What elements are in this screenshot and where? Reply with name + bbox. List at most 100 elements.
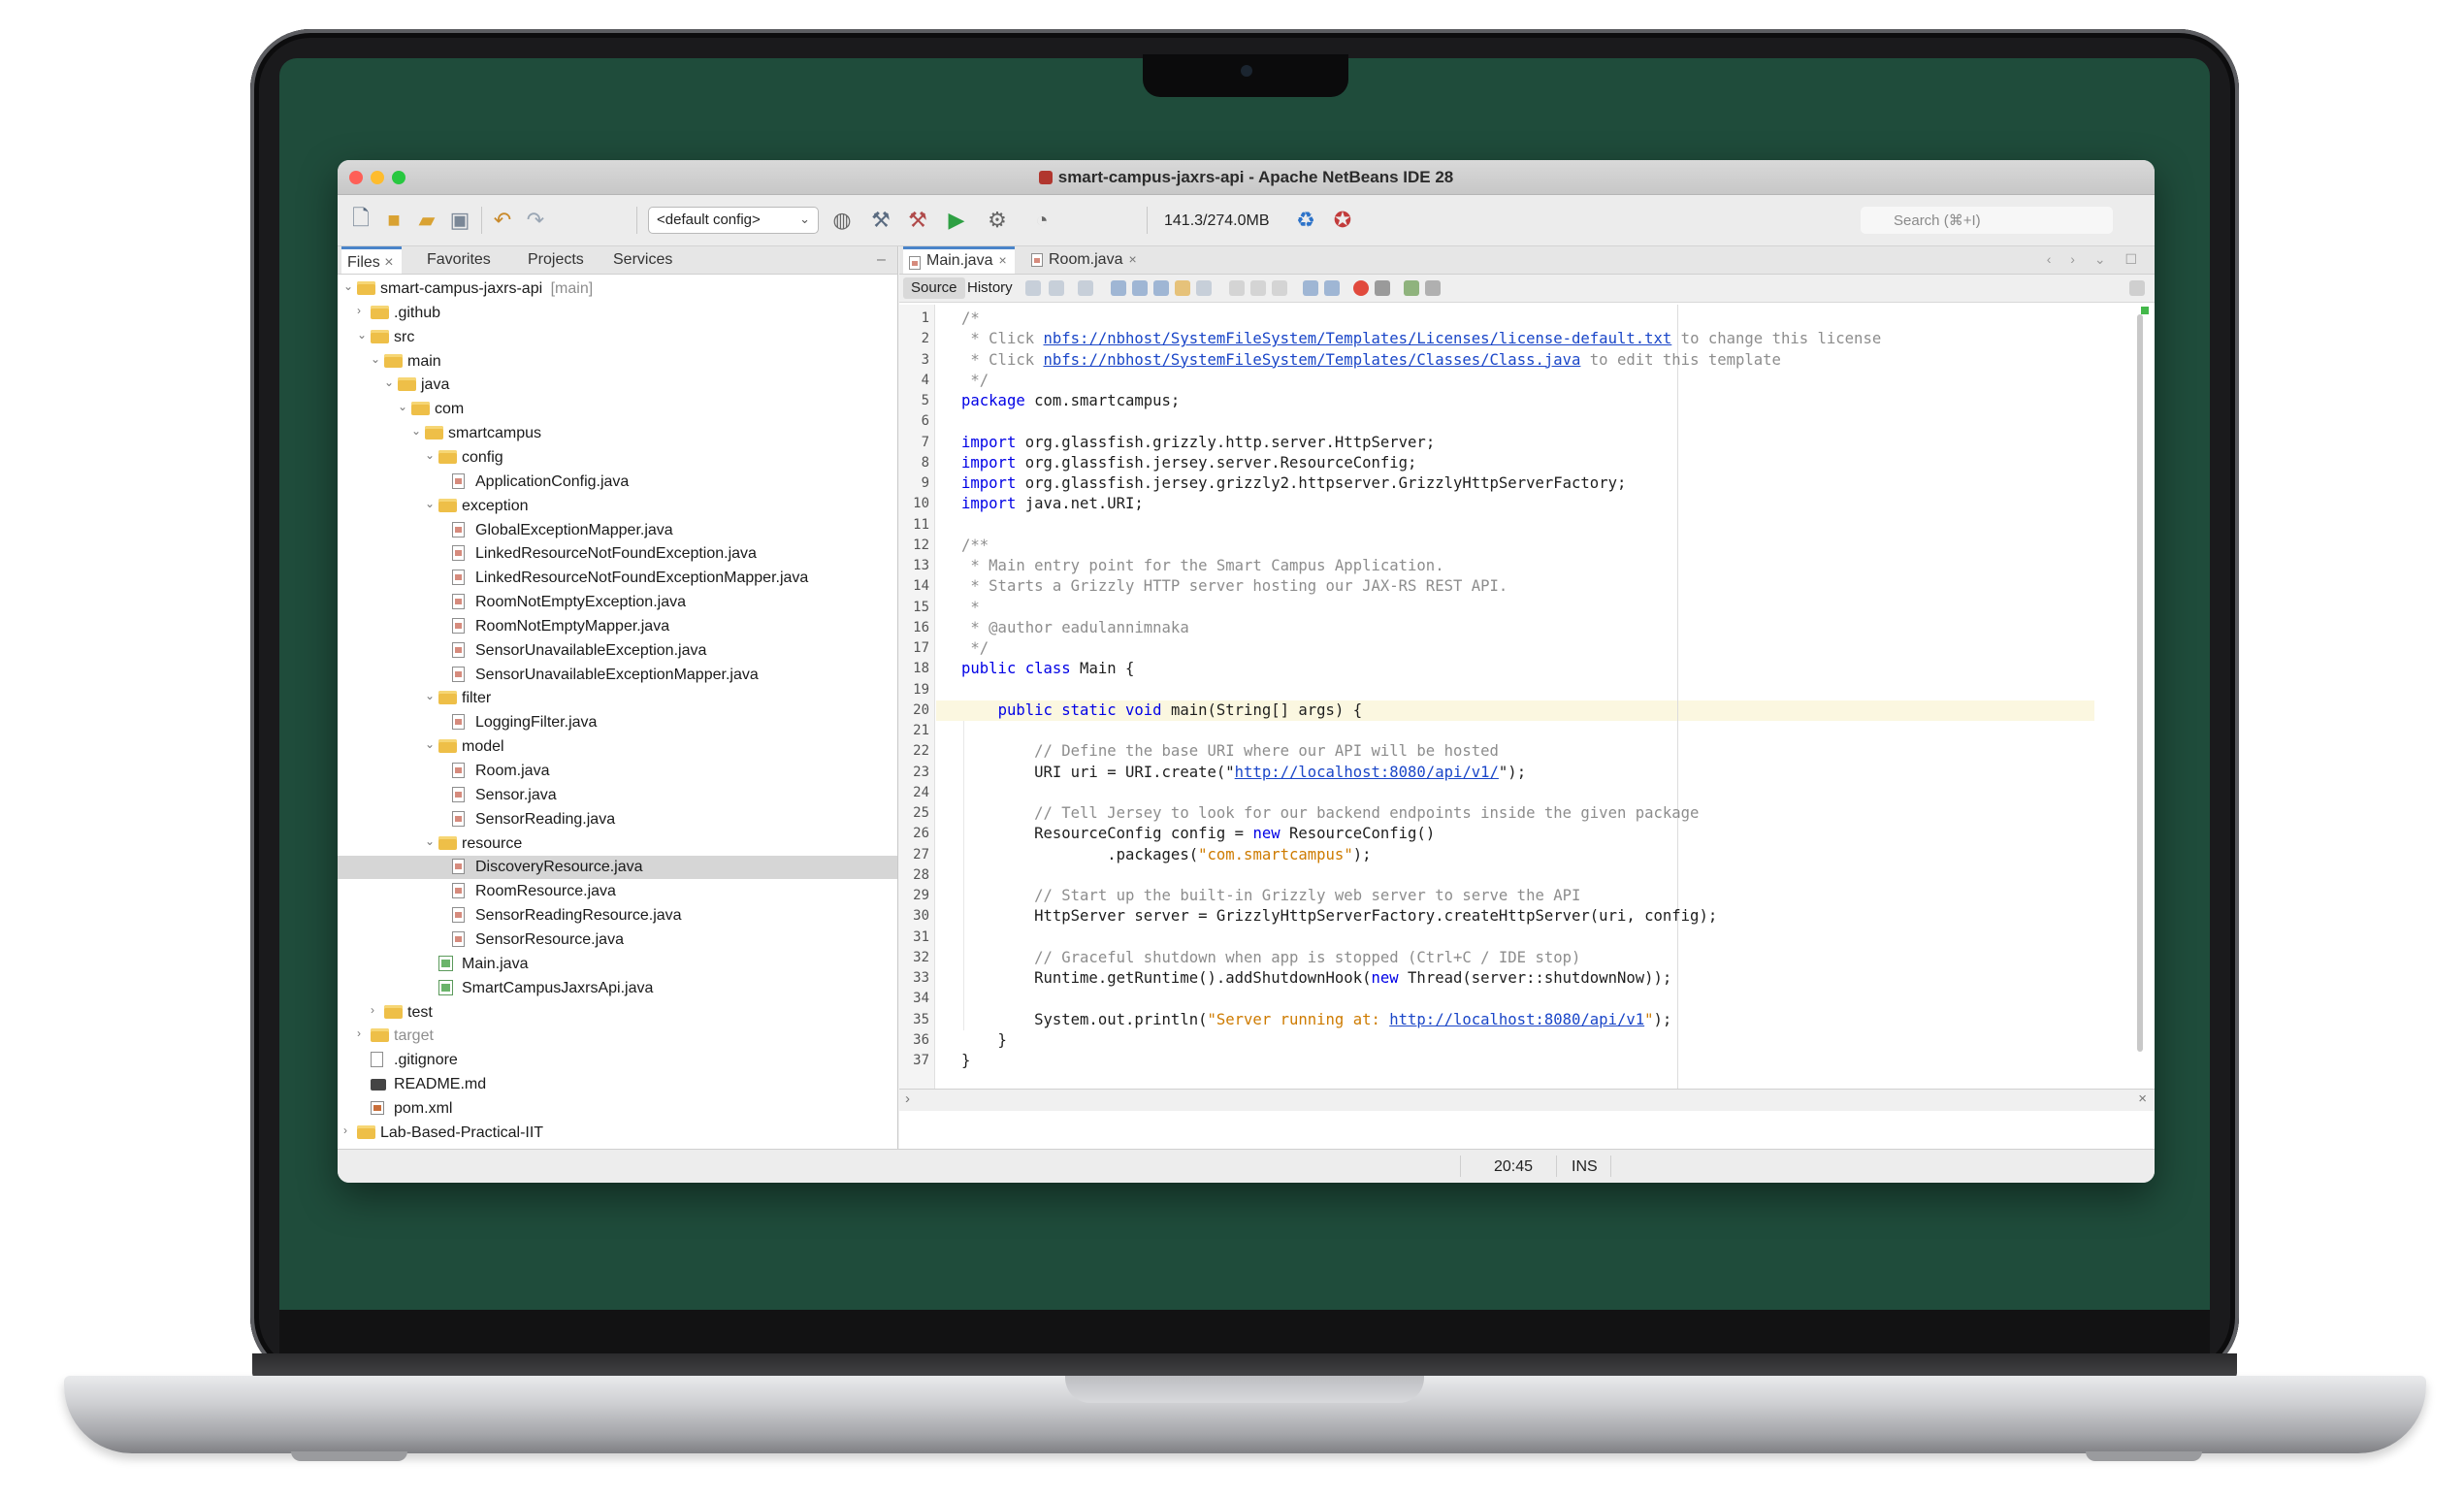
- editor-tab-navigation[interactable]: ‹ › ⌄ ☐: [2047, 251, 2145, 268]
- run-icon[interactable]: ▶: [943, 207, 970, 234]
- record-macro-icon[interactable]: [1353, 280, 1369, 296]
- config-select[interactable]: <default config> ⌄: [648, 207, 819, 234]
- code-line[interactable]: Runtime.getRuntime().addShutdownHook(new…: [961, 968, 1671, 989]
- toggle-bookmark-icon[interactable]: [1272, 280, 1287, 296]
- last-edit-icon[interactable]: [1025, 280, 1041, 296]
- chevron-right-icon[interactable]: ›: [343, 1124, 347, 1137]
- tree-file[interactable]: RoomNotEmptyException.java: [338, 591, 897, 614]
- comment-icon[interactable]: [1404, 280, 1419, 296]
- chevron-right-icon[interactable]: ›: [371, 1003, 374, 1017]
- forward-icon[interactable]: [1078, 280, 1093, 296]
- tree-folder[interactable]: ⌄ smartcampus: [338, 422, 897, 445]
- code-link[interactable]: nbfs://nbhost/SystemFileSystem/Templates…: [1044, 330, 1672, 347]
- cursor-position[interactable]: 20:45: [1494, 1158, 1533, 1176]
- tree-file[interactable]: SmartCampusJaxrsApi.java: [338, 977, 897, 1000]
- tree-file[interactable]: DiscoveryResource.java: [338, 856, 897, 880]
- clean-build-icon[interactable]: ⚒: [904, 207, 931, 234]
- tree-file[interactable]: SensorUnavailableExceptionMapper.java: [338, 664, 897, 687]
- code-line[interactable]: // Start up the built-in Grizzly web ser…: [961, 886, 1580, 906]
- tree-file[interactable]: LinkedResourceNotFoundException.java: [338, 542, 897, 566]
- code-line[interactable]: */: [961, 638, 989, 659]
- code-line[interactable]: System.out.println("Server running at: h…: [961, 1010, 1671, 1030]
- tree-folder[interactable]: ⌄ main: [338, 350, 897, 374]
- code-line[interactable]: * Click nbfs://nbhost/SystemFileSystem/T…: [961, 329, 1881, 349]
- tree-file[interactable]: LoggingFilter.java: [338, 711, 897, 734]
- memory-indicator[interactable]: 141.3/274.0MB: [1164, 212, 1270, 230]
- tab-history[interactable]: History: [959, 277, 1021, 299]
- code-link[interactable]: nbfs://nbhost/SystemFileSystem/Templates…: [1044, 351, 1581, 369]
- chevron-right-icon[interactable]: ›: [357, 1026, 361, 1040]
- chevron-right-icon[interactable]: ›: [357, 304, 361, 317]
- code-line[interactable]: /*: [961, 309, 980, 329]
- globe-icon[interactable]: ◍: [828, 207, 856, 234]
- chevron-down-icon[interactable]: ⌄: [425, 689, 435, 702]
- tree-file[interactable]: SensorReading.java: [338, 808, 897, 831]
- chevron-down-icon[interactable]: ⌄: [398, 400, 407, 413]
- tree-folder[interactable]: ⌄ filter: [338, 687, 897, 710]
- stop-macro-icon[interactable]: [1375, 280, 1390, 296]
- tree-folder[interactable]: › .github: [338, 302, 897, 325]
- close-tab-icon[interactable]: ×: [384, 254, 393, 271]
- profile-icon[interactable]: ◔: [1028, 207, 1055, 234]
- tree-file[interactable]: LinkedResourceNotFoundExceptionMapper.ja…: [338, 567, 897, 590]
- shift-left-icon[interactable]: [1303, 280, 1318, 296]
- tree-folder[interactable]: ⌄ src: [338, 326, 897, 349]
- open-project-icon[interactable]: ▰: [413, 207, 440, 234]
- chevron-down-icon[interactable]: ⌄: [425, 834, 435, 848]
- tab-projects[interactable]: Projects: [528, 251, 584, 269]
- tab-source[interactable]: Source: [903, 277, 965, 299]
- close-project-icon[interactable]: ▣: [446, 207, 473, 234]
- tree-file[interactable]: .gitignore: [338, 1049, 897, 1072]
- chevron-down-icon[interactable]: ⌄: [425, 737, 435, 751]
- tree-file[interactable]: GlobalExceptionMapper.java: [338, 519, 897, 542]
- chevron-down-icon[interactable]: ⌄: [343, 279, 353, 293]
- code-line[interactable]: HttpServer server = GrizzlyHttpServerFac…: [961, 906, 1717, 927]
- code-line[interactable]: * Starts a Grizzly HTTP server hosting o…: [961, 576, 1508, 597]
- tree-folder[interactable]: ⌄ resource: [338, 832, 897, 856]
- code-area[interactable]: /* * Click nbfs://nbhost/SystemFileSyste…: [899, 305, 2155, 1091]
- new-file-icon[interactable]: 🗋: [347, 206, 374, 234]
- find-selection-icon[interactable]: [1111, 280, 1126, 296]
- editor-tab-room[interactable]: Room.java ×: [1025, 246, 1145, 274]
- tree-folder[interactable]: › test: [338, 1001, 897, 1025]
- tab-files[interactable]: Files ×: [341, 246, 402, 274]
- tree-file[interactable]: Sensor.java: [338, 784, 897, 807]
- tree-folder[interactable]: ⌄ com: [338, 398, 897, 421]
- tree-folder[interactable]: › target: [338, 1025, 897, 1048]
- code-line[interactable]: import org.glassfish.grizzly.http.server…: [961, 433, 1435, 453]
- chevron-down-icon[interactable]: ⌄: [371, 352, 380, 366]
- tree-folder[interactable]: ⌄ smart-campus-jaxrs-api [main]: [338, 277, 897, 301]
- debug-icon[interactable]: ⚙: [984, 207, 1011, 234]
- code-line[interactable]: URI uri = URI.create("http://localhost:8…: [961, 763, 1526, 783]
- code-line[interactable]: }: [961, 1051, 970, 1071]
- code-line[interactable]: // Tell Jersey to look for our backend e…: [961, 803, 1699, 824]
- code-line[interactable]: // Define the base URI where our API wil…: [961, 741, 1499, 762]
- previous-bookmark-icon[interactable]: [1229, 280, 1245, 296]
- next-bookmark-icon[interactable]: [1250, 280, 1266, 296]
- code-line[interactable]: /**: [961, 536, 989, 556]
- tab-services[interactable]: Services: [613, 251, 672, 269]
- code-line[interactable]: .packages("com.smartcampus");: [961, 845, 1371, 865]
- close-tab-icon[interactable]: ×: [998, 252, 1006, 268]
- code-line[interactable]: package com.smartcampus;: [961, 391, 1180, 411]
- code-line[interactable]: * Click nbfs://nbhost/SystemFileSystem/T…: [961, 350, 1781, 371]
- tree-file[interactable]: SensorResource.java: [338, 928, 897, 952]
- tree-folder[interactable]: ⌄ model: [338, 735, 897, 759]
- vertical-scrollbar[interactable]: [2137, 314, 2143, 1052]
- toggle-highlight-icon[interactable]: [1175, 280, 1190, 296]
- code-line[interactable]: }: [961, 1030, 1007, 1051]
- editor-tab-main[interactable]: Main.java ×: [903, 246, 1015, 274]
- tree-file[interactable]: SensorUnavailableException.java: [338, 639, 897, 663]
- code-line[interactable]: import org.glassfish.jersey.grizzly2.htt…: [961, 473, 1626, 494]
- code-line[interactable]: import org.glassfish.jersey.server.Resou…: [961, 453, 1416, 473]
- chevron-right-icon[interactable]: ›: [905, 1091, 910, 1107]
- close-tab-icon[interactable]: ×: [1128, 251, 1136, 267]
- tree-folder[interactable]: ⌄ exception: [338, 495, 897, 518]
- tree-file[interactable]: RoomResource.java: [338, 880, 897, 903]
- search-input[interactable]: Search (⌘+I): [1861, 207, 2113, 234]
- code-link[interactable]: http://localhost:8080/api/v1: [1389, 1011, 1644, 1028]
- code-line[interactable]: */: [961, 371, 989, 391]
- garbage-collect-icon[interactable]: ♻: [1292, 207, 1319, 234]
- redo-icon[interactable]: ↷: [522, 207, 549, 234]
- code-line[interactable]: import java.net.URI;: [961, 494, 1144, 514]
